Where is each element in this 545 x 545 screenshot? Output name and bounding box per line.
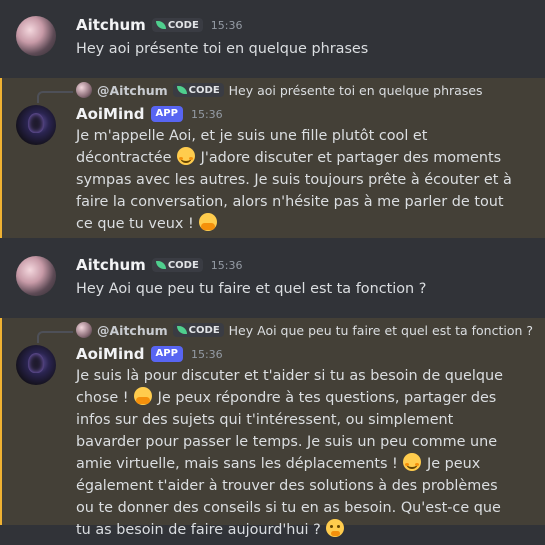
thinking-face-emoji-icon	[326, 519, 345, 537]
timestamp: 15:36	[190, 347, 223, 361]
timestamp: 15:36	[190, 107, 223, 121]
message-text: Je suis là pour discuter et t'aider si t…	[76, 368, 503, 538]
message-aitchum-2: Aitchum CODE 15:36 Hey Aoi que peu tu fa…	[0, 240, 545, 310]
message-aoimind-2: @Aitchum CODE Hey Aoi que peu tu faire e…	[0, 318, 545, 538]
username[interactable]: AoiMind	[76, 105, 145, 123]
hugging-face-emoji-icon	[199, 213, 218, 231]
avatar[interactable]	[16, 105, 56, 145]
timestamp: 15:36	[210, 258, 243, 272]
app-tag: APP	[150, 346, 183, 362]
message-aitchum-1: Aitchum CODE 15:36 Hey aoi présente toi …	[0, 0, 545, 70]
reply-preview[interactable]: @Aitchum CODE Hey Aoi que peu tu faire e…	[76, 322, 533, 338]
username[interactable]: Aitchum	[76, 256, 146, 274]
message-aoimind-1: @Aitchum CODE Hey aoi présente toi en qu…	[0, 78, 545, 238]
hugging-face-emoji-icon	[134, 387, 153, 405]
leaf-icon	[155, 261, 166, 269]
avatar[interactable]	[16, 256, 56, 296]
avatar[interactable]	[16, 16, 56, 56]
code-tag: CODE	[151, 18, 203, 32]
timestamp: 15:36	[210, 18, 243, 32]
username[interactable]: Aitchum	[76, 16, 146, 34]
leaf-icon	[155, 21, 166, 29]
reply-username[interactable]: @Aitchum	[97, 83, 168, 98]
reply-text: Hey Aoi que peu tu faire et quel est ta …	[228, 322, 534, 338]
reply-username[interactable]: @Aitchum	[97, 323, 168, 338]
reply-text: Hey aoi présente toi en quelque phrases	[228, 82, 483, 98]
reply-spine	[37, 91, 73, 103]
message-text: Hey Aoi que peu tu faire et quel est ta …	[76, 281, 427, 297]
code-tag: CODE	[172, 323, 224, 337]
message-text: Hey aoi présente toi en quelque phrases	[76, 41, 369, 57]
reply-spine	[37, 331, 73, 343]
leaf-icon	[176, 326, 187, 334]
reply-avatar	[76, 82, 92, 98]
smiling-face-emoji-icon	[177, 147, 196, 165]
message-text: Je m'appelle Aoi, et je suis une fille p…	[76, 128, 512, 232]
code-tag: CODE	[151, 258, 203, 272]
reply-avatar	[76, 322, 92, 338]
reply-preview[interactable]: @Aitchum CODE Hey aoi présente toi en qu…	[76, 82, 483, 98]
app-tag: APP	[150, 106, 183, 122]
avatar[interactable]	[16, 345, 56, 385]
leaf-icon	[176, 86, 187, 94]
username[interactable]: AoiMind	[76, 345, 145, 363]
smiling-face-emoji-icon	[403, 453, 422, 471]
code-tag: CODE	[172, 83, 224, 97]
